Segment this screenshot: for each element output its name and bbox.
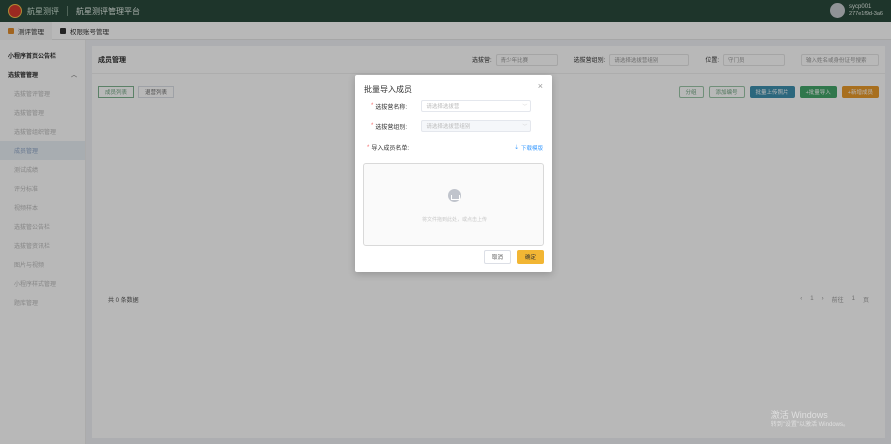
- upload-dropzone[interactable]: 将文件拖到此处，或点击上传: [363, 163, 544, 246]
- download-label: 下载模版: [520, 145, 543, 152]
- confirm-button[interactable]: 确定: [516, 250, 544, 264]
- camp-name-label: 选拔营名称:: [375, 104, 408, 111]
- camp-group-select[interactable]: 请选择选拔营组别 ﹀: [421, 120, 532, 132]
- watermark-subtitle: 转到"设置"以激活 Windows。: [770, 422, 849, 428]
- batch-import-dialog: 批量导入成员 × * 选拔营名称: 请选择选拔营 ﹀ * 选拔营组别: 请选择选…: [355, 75, 552, 272]
- camp-name-placeholder: 请选择选拔营: [426, 104, 460, 110]
- upload-icon: [448, 189, 461, 202]
- cancel-button[interactable]: 取消: [483, 250, 511, 264]
- chevron-down-icon: ﹀: [522, 123, 528, 130]
- watermark-title: 激活 Windows: [770, 410, 828, 420]
- windows-activation-watermark: 激活 Windows 转到"设置"以激活 Windows。: [771, 410, 849, 430]
- camp-group-placeholder: 请选择选拔营组别: [426, 124, 471, 130]
- required-mark: *: [371, 103, 374, 109]
- camp-name-select[interactable]: 请选择选拔营 ﹀: [421, 100, 532, 112]
- camp-group-row: * 选拔营组别: 请选择选拔营组别 ﹀: [371, 120, 541, 132]
- dialog-title: 批量导入成员: [364, 85, 412, 94]
- download-template-link[interactable]: ⇣ 下载模版: [514, 144, 543, 152]
- dialog-footer: 取消 确定: [478, 250, 544, 264]
- chevron-down-icon: ﹀: [522, 103, 528, 110]
- required-mark: *: [371, 123, 374, 129]
- close-icon[interactable]: ×: [538, 81, 543, 91]
- button-label: 确定: [524, 255, 536, 261]
- button-label: 取消: [491, 255, 503, 261]
- member-list-label: 导入成员名单:: [371, 146, 410, 152]
- upload-hint: 将文件拖到此处，或点击上传: [421, 217, 487, 223]
- camp-group-label: 选拔营组别:: [375, 124, 408, 131]
- download-icon: ⇣: [513, 145, 519, 151]
- required-mark: *: [367, 144, 370, 151]
- member-list-row: * 导入成员名单: ⇣ 下载模版: [367, 143, 543, 153]
- camp-name-row: * 选拔营名称: 请选择选拔营 ﹀: [371, 100, 541, 112]
